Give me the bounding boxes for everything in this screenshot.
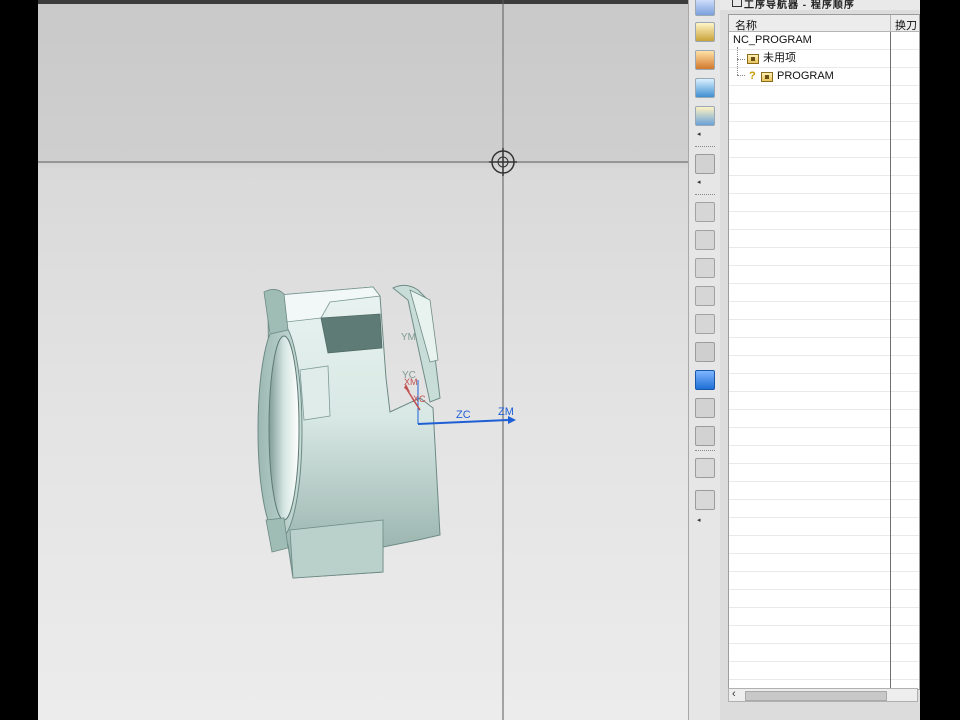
tree-header: 名称 换刀 bbox=[729, 15, 919, 32]
toolbar-more-caret-3[interactable]: ◂ bbox=[697, 517, 701, 524]
operation-toolbar: ◂ ◂ ◂ bbox=[688, 0, 722, 720]
tree-item-label: NC_PROGRAM bbox=[733, 34, 812, 46]
axis-label-zc: ZC bbox=[456, 409, 471, 421]
tree-connector bbox=[737, 75, 745, 76]
navigator-title: 工序导航器 - 程序顺序 bbox=[744, 0, 855, 10]
navigator-title-bar: 工序导航器 - 程序顺序 bbox=[720, 0, 920, 10]
column-header-tool-change[interactable]: 换刀 bbox=[895, 17, 917, 33]
axis-label-zm: ZM bbox=[498, 406, 514, 418]
axis-label-xc: XC bbox=[413, 394, 426, 404]
operation-navigator: 工序导航器 - 程序顺序 名称 换刀 NC_PROGRAM 未用项 ? PROG… bbox=[720, 0, 920, 720]
scroll-left-arrow-icon[interactable]: ‹ bbox=[732, 688, 736, 700]
postprocess-icon[interactable] bbox=[695, 370, 715, 390]
simulate-machine-icon[interactable] bbox=[695, 342, 715, 362]
generate-toolpath-icon[interactable] bbox=[695, 230, 715, 250]
toolbar-more-caret-1[interactable]: ◂ bbox=[697, 131, 701, 138]
machine-tool-view-icon[interactable] bbox=[695, 154, 715, 174]
shop-doc-icon[interactable] bbox=[695, 398, 715, 418]
part-model[interactable] bbox=[257, 284, 441, 579]
create-operation-icon[interactable] bbox=[695, 106, 715, 126]
viewport-canvas: ZC ZM YM YC XM XC bbox=[38, 0, 688, 720]
tree-connector bbox=[737, 47, 738, 75]
right-black-strip bbox=[920, 0, 960, 720]
left-black-strip bbox=[0, 0, 38, 720]
folder-icon bbox=[747, 54, 759, 64]
scrollbar-thumb[interactable] bbox=[745, 691, 887, 701]
navigator-tree[interactable]: 名称 换刀 NC_PROGRAM 未用项 ? PROGRAM bbox=[728, 14, 920, 690]
toolbar-separator bbox=[695, 146, 715, 147]
create-method-icon[interactable] bbox=[695, 78, 715, 98]
panel-pin-icon[interactable] bbox=[732, 0, 742, 7]
tree-connector bbox=[737, 59, 745, 60]
list-toolpath-icon[interactable] bbox=[695, 286, 715, 306]
crosshair-cursor-icon bbox=[489, 148, 517, 176]
replay-toolpath-icon[interactable] bbox=[695, 258, 715, 278]
column-header-name[interactable]: 名称 bbox=[735, 17, 757, 33]
tree-item-label: PROGRAM bbox=[777, 70, 834, 82]
folder-icon bbox=[761, 72, 773, 82]
axis-label-xm: XM bbox=[404, 377, 418, 387]
toolbar-more-caret-2[interactable]: ◂ bbox=[697, 179, 701, 186]
toolbar-separator bbox=[695, 450, 715, 451]
create-geometry-icon[interactable] bbox=[695, 50, 715, 70]
key-icon: ? bbox=[749, 70, 756, 82]
holder-icon[interactable] bbox=[695, 490, 715, 510]
program-order-view-icon[interactable] bbox=[695, 202, 715, 222]
column-line bbox=[890, 32, 891, 689]
tree-item-label: 未用项 bbox=[763, 52, 796, 64]
graphics-viewport[interactable]: ZC ZM YM YC XM XC bbox=[38, 0, 688, 720]
tool-icon[interactable] bbox=[695, 458, 715, 478]
verify-toolpath-icon[interactable] bbox=[695, 314, 715, 334]
toolbar-separator bbox=[695, 194, 715, 195]
create-tool-icon[interactable] bbox=[695, 22, 715, 42]
axis-label-ym: YM bbox=[401, 332, 416, 343]
tree-item-nc-program[interactable]: NC_PROGRAM bbox=[733, 32, 812, 49]
column-divider[interactable] bbox=[890, 15, 891, 31]
create-program-icon[interactable] bbox=[695, 0, 715, 16]
output-cls-icon[interactable] bbox=[695, 426, 715, 446]
horizontal-scrollbar[interactable]: ‹ bbox=[728, 688, 918, 702]
